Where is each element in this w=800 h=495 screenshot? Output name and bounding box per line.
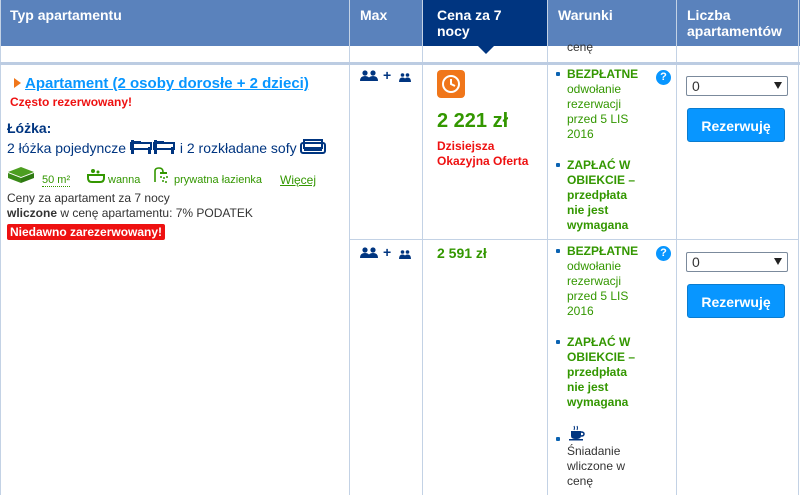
price-note: Ceny za apartament za 7 nocy <box>7 191 170 205</box>
price-row-2: 2 591 zł <box>437 245 487 261</box>
overflow-text: cenę <box>567 40 594 54</box>
bath-label: wanna <box>108 174 141 186</box>
price-row-1: 2 221 zł <box>437 110 509 132</box>
area-icon <box>8 167 34 183</box>
header-room-count: Liczba apartamentów <box>687 7 782 39</box>
room-count-select-row-1[interactable]: 0 <box>686 76 788 96</box>
info-icon[interactable]: ? <box>656 246 671 261</box>
free-cancel-row-1: BEZPŁATNE odwołanie rezerwacji przed 5 L… <box>567 67 639 141</box>
reserve-button-row-1[interactable]: Rezerwuję <box>687 108 785 142</box>
persons-icon <box>360 70 378 81</box>
child-icon <box>399 250 411 259</box>
recently-booked-badge: Niedawno zarezerwowany! <box>7 224 166 240</box>
beds-description: 2 łóżka pojedyncze i 2 rozkładane sofy <box>7 139 327 156</box>
bed-icon <box>129 140 175 154</box>
info-icon[interactable]: ? <box>656 70 671 85</box>
area-size: 50 m² <box>42 174 71 187</box>
included-note: wliczone w cenę apartamentu: 7% PODATEK <box>7 206 253 220</box>
bathtub-icon <box>87 169 105 183</box>
room-count-select-row-2[interactable]: 0 <box>686 252 788 272</box>
sort-arrow-icon <box>478 46 494 54</box>
header-max: Max <box>360 7 388 23</box>
row-separator <box>0 62 800 65</box>
header-room-type: Typ apartamentu <box>10 7 122 23</box>
max-plus: + <box>383 244 392 260</box>
caret-down-icon <box>774 258 782 265</box>
shower-icon <box>154 167 168 183</box>
deal-icon <box>437 70 465 98</box>
breakfast-included: Śniadanie wliczone w cenę <box>567 444 626 488</box>
child-icon <box>399 73 411 82</box>
expand-arrow-icon[interactable] <box>14 78 21 88</box>
coffee-icon <box>569 425 585 441</box>
deal-label: Dzisiejsza Okazyjna Oferta <box>437 139 529 168</box>
apartment-title-link[interactable]: Apartament (2 osoby dorosłe + 2 dzieci) <box>25 75 309 92</box>
header-price[interactable]: Cena za 7 nocy <box>423 0 547 54</box>
popular-label: Często rezerwowany! <box>10 95 133 109</box>
reserve-button-row-2[interactable]: Rezerwuję <box>687 284 785 318</box>
pay-at-property-row-2: ZAPŁAĆ W OBIEKCIE – przedpłata nie jest … <box>567 335 636 409</box>
caret-down-icon <box>774 82 782 89</box>
max-plus: + <box>383 67 392 83</box>
pay-at-property-row-1: ZAPŁAĆ W OBIEKCIE – przedpłata nie jest … <box>567 158 636 232</box>
more-link[interactable]: Więcej <box>280 173 316 187</box>
private-bath-label: prywatna łazienka <box>174 174 263 186</box>
persons-icon <box>360 247 378 258</box>
beds-label: Łóżka: <box>7 120 52 136</box>
free-cancel-row-2: BEZPŁATNE odwołanie rezerwacji przed 5 L… <box>567 244 639 318</box>
sofa-icon <box>300 139 327 154</box>
